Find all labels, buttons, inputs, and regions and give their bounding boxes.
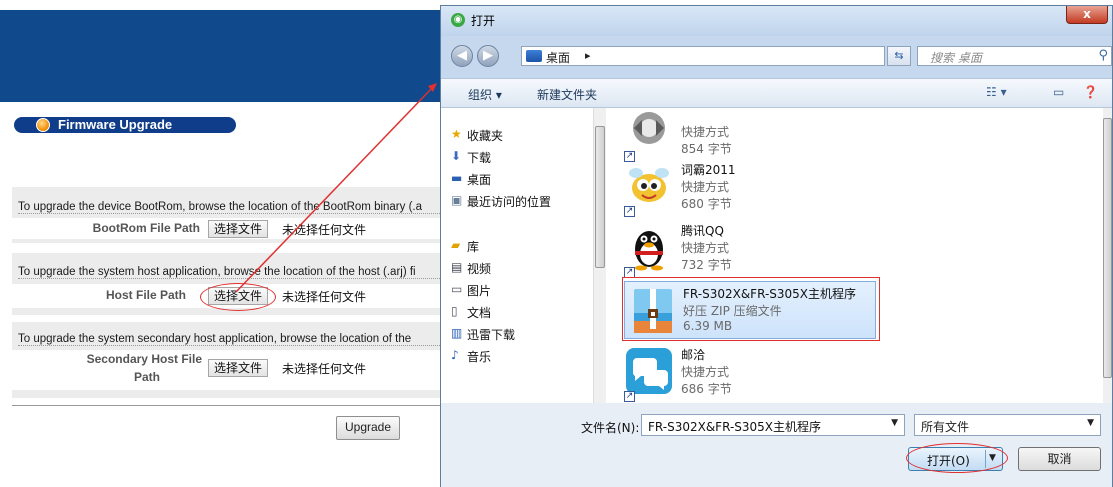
- annotation-oval-open: [906, 443, 1008, 473]
- annotation-arrow-line: [235, 87, 433, 293]
- annotation-rect-selected-file: [622, 277, 880, 341]
- annotation-overlay: [235, 83, 437, 293]
- annotation-oval-host: [200, 283, 276, 311]
